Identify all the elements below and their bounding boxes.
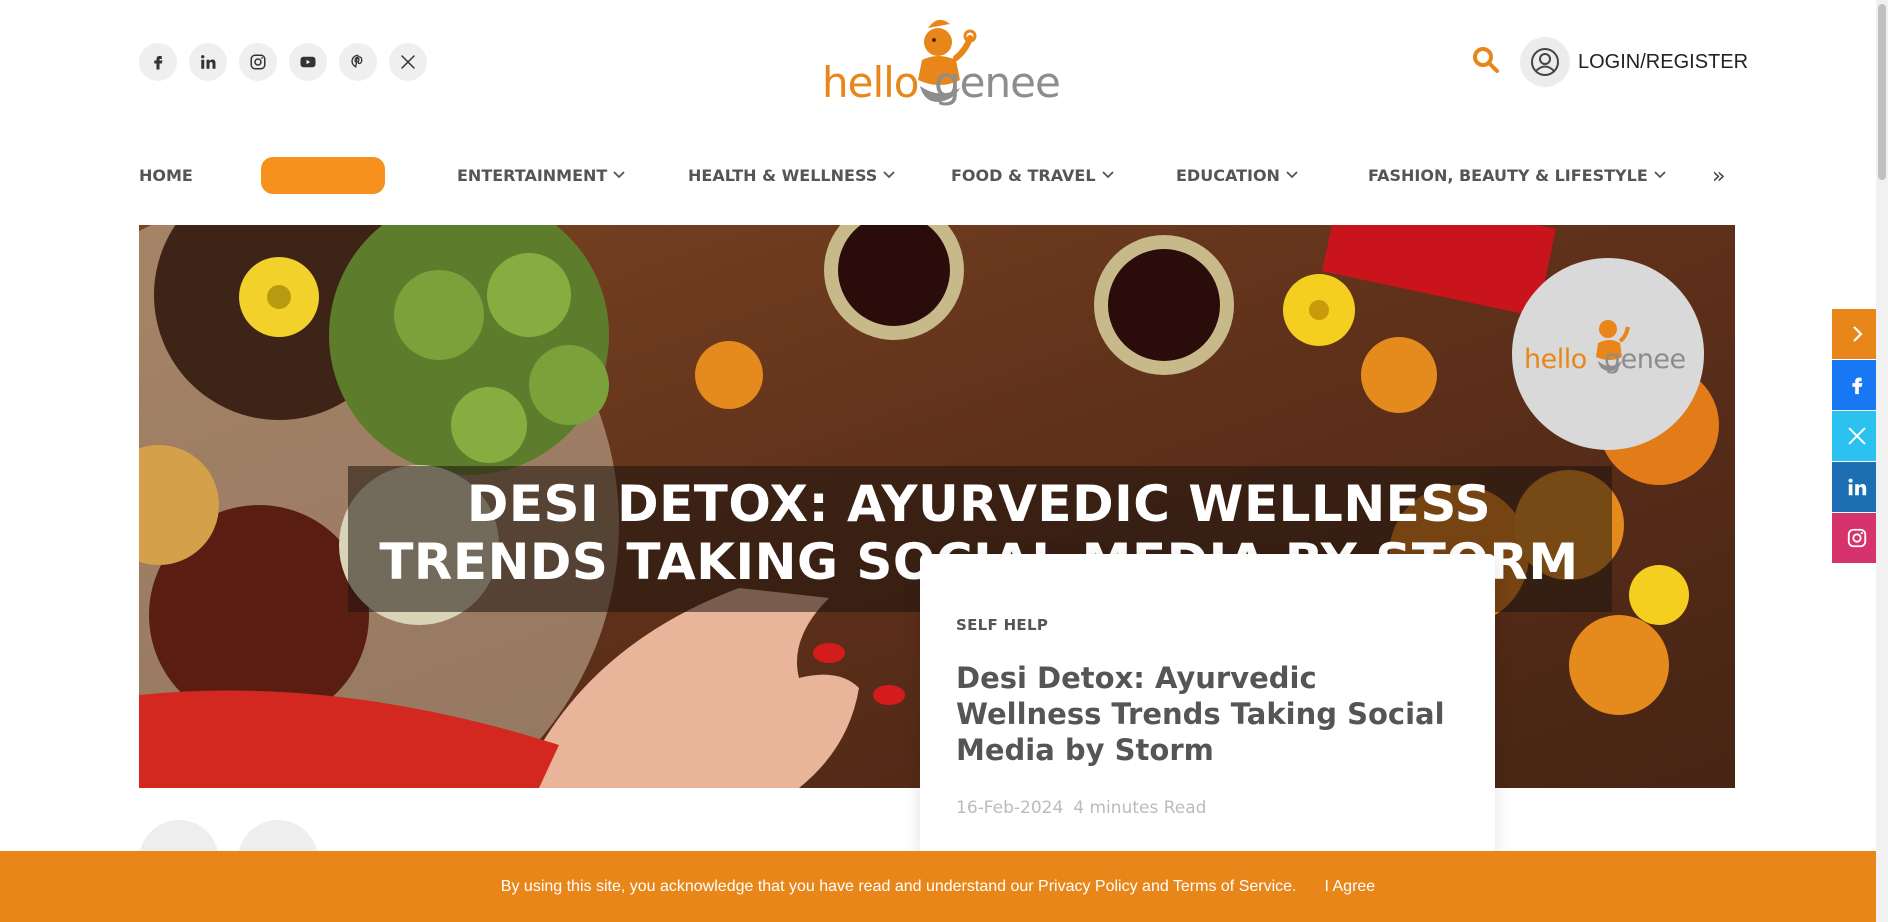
share-linkedin-button[interactable] xyxy=(1832,462,1882,512)
chevron-down-icon xyxy=(1654,171,1666,179)
site-logo[interactable]: hello genee xyxy=(822,14,1078,107)
nav-item-fashion-beauty-lifestyle[interactable]: FASHION, BEAUTY & LIFESTYLE xyxy=(1368,160,1666,190)
logo-text-hello: hello xyxy=(822,58,919,107)
share-facebook-button[interactable] xyxy=(1832,360,1882,410)
article-category[interactable]: SELF HELP xyxy=(956,616,1459,634)
cookie-message: By using this site, you acknowledge that… xyxy=(500,877,1297,895)
nav-more-button[interactable]: » xyxy=(1712,164,1725,189)
user-avatar-icon xyxy=(1520,37,1570,87)
pinterest-icon[interactable] xyxy=(339,43,377,81)
search-icon[interactable] xyxy=(1470,44,1502,76)
chevron-down-icon xyxy=(613,171,625,179)
article-title[interactable]: Desi Detox: Ayurvedic Wellness Trends Ta… xyxy=(956,660,1459,768)
scrollbar-thumb[interactable] xyxy=(1878,4,1886,180)
page-scrollbar[interactable] xyxy=(1876,0,1888,922)
nav-label: FASHION, BEAUTY & LIFESTYLE xyxy=(1368,165,1648,185)
nav-label: FOOD & TRAVEL xyxy=(951,165,1096,185)
social-links xyxy=(139,43,427,81)
nav-item-education[interactable]: EDUCATION xyxy=(1176,160,1298,190)
instagram-icon xyxy=(1847,528,1867,548)
floating-share-bar xyxy=(1832,309,1882,564)
youtube-icon[interactable] xyxy=(289,43,327,81)
article-read-time: 4 minutes Read xyxy=(1073,798,1207,818)
nav-item-food-travel[interactable]: FOOD & TRAVEL xyxy=(951,160,1114,190)
facebook-icon xyxy=(1852,377,1863,395)
nav-label: HEALTH & WELLNESS xyxy=(688,165,878,185)
article-meta: 16-Feb-2024 4 minutes Read xyxy=(956,798,1459,818)
linkedin-icon[interactable] xyxy=(189,43,227,81)
article-date: 16-Feb-2024 xyxy=(956,798,1064,818)
nav-item-health-wellness[interactable]: HEALTH & WELLNESS xyxy=(688,160,895,190)
nav-label: HOME xyxy=(139,165,193,185)
hero-logo-hello: hello xyxy=(1524,344,1587,375)
login-register-button[interactable]: LOGIN/REGISTER xyxy=(1520,37,1748,87)
nav-item-home[interactable]: HOME xyxy=(139,160,193,190)
nav-highlight-pill[interactable] xyxy=(261,157,385,194)
nav-label: ENTERTAINMENT xyxy=(457,165,608,185)
instagram-icon[interactable] xyxy=(239,43,277,81)
logo-text-genee: genee xyxy=(934,58,1061,107)
featured-article-card[interactable]: SELF HELP Desi Detox: Ayurvedic Wellness… xyxy=(920,554,1495,854)
chevron-down-icon xyxy=(1101,171,1114,179)
x-icon xyxy=(1848,427,1866,445)
share-toggle-button[interactable] xyxy=(1832,309,1882,359)
linkedin-icon xyxy=(1848,478,1867,496)
chevron-down-icon xyxy=(883,171,895,179)
nav-item-entertainment[interactable]: ENTERTAINMENT xyxy=(457,160,625,190)
cookie-agree-button[interactable]: I Agree xyxy=(1325,878,1376,896)
chevron-down-icon xyxy=(1286,171,1298,179)
share-x-button[interactable] xyxy=(1832,411,1882,461)
cookie-consent-bar: By using this site, you acknowledge that… xyxy=(0,851,1876,922)
hero-logo-genee: genee xyxy=(1604,344,1686,375)
chevron-right-icon xyxy=(1853,326,1863,342)
x-icon[interactable] xyxy=(389,43,427,81)
login-register-label: LOGIN/REGISTER xyxy=(1578,50,1749,73)
hero-logo-badge: hello genee xyxy=(1512,258,1704,450)
facebook-icon[interactable] xyxy=(139,43,177,81)
hero-headline-line1: DESI DETOX: AYURVEDIC WELLNESS xyxy=(466,475,1492,533)
nav-label: EDUCATION xyxy=(1176,165,1280,185)
main-nav: HOME ENTERTAINMENT HEALTH & WELLNESS FOO… xyxy=(139,157,1739,194)
share-instagram-button[interactable] xyxy=(1832,513,1882,563)
